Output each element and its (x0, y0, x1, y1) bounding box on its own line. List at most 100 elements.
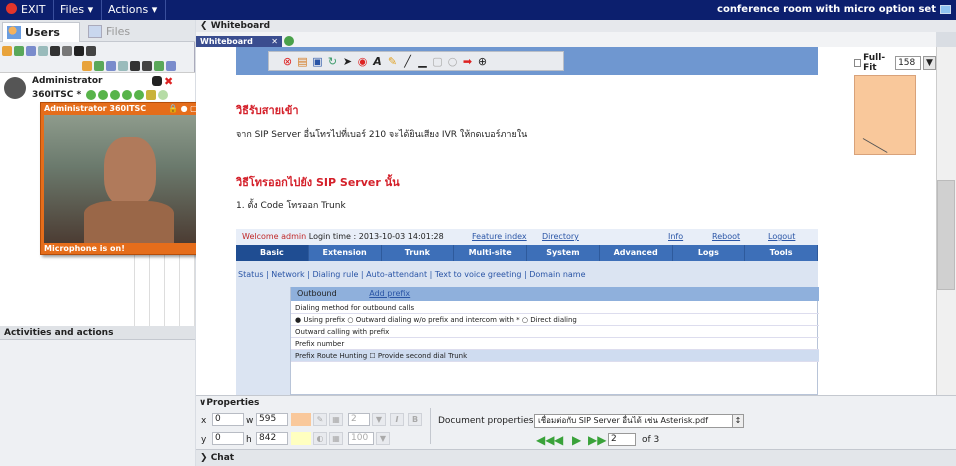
w-input[interactable]: 595 (256, 413, 288, 426)
user-add-icon[interactable] (14, 46, 24, 56)
status-icon[interactable] (110, 90, 120, 100)
brush-icon[interactable] (142, 61, 152, 71)
x-label: x (201, 416, 207, 426)
arrow-icon[interactable]: ➡ (461, 55, 474, 68)
user-group-icon[interactable] (2, 46, 12, 56)
fill-color-swatch[interactable] (291, 432, 311, 445)
delete-icon[interactable]: ⊗ (281, 55, 294, 68)
microphone-icon[interactable] (74, 46, 84, 56)
x-input[interactable]: 0 (212, 413, 244, 426)
bold-icon[interactable]: B (408, 413, 422, 426)
document-select[interactable]: เชื่อมต่อกับ SIP Server อื่นได้ เช่น Ast… (534, 414, 734, 428)
tab-whiteboard[interactable]: Whiteboard ✕ (196, 36, 282, 47)
whiteboard-header[interactable]: ❮ Whiteboard (196, 20, 956, 32)
monitor-icon[interactable] (940, 5, 951, 14)
camera-icon[interactable] (118, 61, 128, 71)
status-icon[interactable] (122, 90, 132, 100)
avatar (4, 77, 26, 99)
zoom-icon[interactable]: ◉ (356, 55, 369, 68)
fullfit-checkbox[interactable] (854, 59, 862, 67)
add-tab-icon[interactable] (284, 36, 294, 46)
close-icon[interactable]: ✕ (271, 36, 278, 47)
line-icon[interactable]: ╱ (401, 55, 414, 68)
user-name: Administrator (32, 76, 103, 86)
status-icon[interactable] (86, 90, 96, 100)
pointer-icon[interactable]: ➤ (341, 55, 354, 68)
next-page-icon[interactable]: ▶ (572, 434, 586, 446)
ellipse-icon[interactable]: ○ (446, 55, 459, 68)
status-icon[interactable] (98, 90, 108, 100)
y-input[interactable]: 0 (212, 432, 244, 445)
document-icon[interactable]: ▤ (296, 55, 309, 68)
draw-toolbar: ⊗ ▤ ▣ ↻ ➤ ◉ A ✎ ╱ ▁ ▢ ○ ➡ ⊕ (268, 51, 564, 71)
paragraph-incoming: จาก SIP Server อื่นโทรไปที่เบอร์ 210 จะไ… (236, 130, 528, 140)
h-label: h (246, 435, 252, 445)
chevron-left-icon: ❮ (200, 21, 208, 31)
rectangle-icon[interactable]: ▢ (431, 55, 444, 68)
chevron-down-icon[interactable]: ▼ (372, 413, 386, 426)
user-add-icon[interactable] (94, 61, 104, 71)
scroll-thumb[interactable] (937, 180, 955, 290)
actions-menu[interactable]: Actions ▾ (102, 0, 166, 20)
chevron-down-icon: ▾ (87, 3, 94, 16)
shot-nav-item: Trunk (382, 245, 455, 261)
clipart-icon[interactable]: ⊕ (476, 55, 489, 68)
line-width-input[interactable]: 2 (348, 413, 370, 426)
text-icon[interactable]: A (371, 55, 384, 68)
whiteboard-canvas[interactable]: ⊗ ▤ ▣ ↻ ➤ ◉ A ✎ ╱ ▁ ▢ ○ ➡ ⊕ Full-Fit 158… (196, 47, 936, 395)
w-label: w (246, 416, 254, 426)
whiteboard-tabbar (196, 32, 936, 47)
video-window[interactable]: Administrator 360ITSC 🔒 ● ▢ − Microphone… (40, 102, 212, 255)
underline-icon[interactable]: ▁ (416, 55, 429, 68)
first-page-icon[interactable]: ◀◀ (536, 434, 554, 446)
brush-icon[interactable] (86, 46, 96, 56)
moderator-icon[interactable] (166, 61, 176, 71)
shot-nav-item: Multi-site (454, 245, 527, 261)
pen-icon[interactable] (50, 46, 60, 56)
status-icon[interactable] (134, 90, 144, 100)
palette-icon[interactable]: ▦ (329, 432, 343, 445)
screen-icon[interactable] (106, 61, 116, 71)
page-count: of 3 (642, 435, 660, 445)
drawn-rectangle[interactable] (854, 75, 916, 155)
properties-title[interactable]: ∨Properties (199, 398, 259, 408)
drawn-line[interactable] (862, 138, 888, 153)
tab-files[interactable]: Files (84, 22, 130, 42)
screen-icon[interactable] (26, 46, 36, 56)
chevron-down-icon[interactable]: ▼ (923, 56, 936, 70)
files-menu[interactable]: Files ▾ (54, 0, 102, 20)
video-title: Administrator 360ITSC (44, 104, 147, 113)
fill-icon[interactable]: ◐ (313, 432, 327, 445)
palette-icon[interactable]: ▦ (329, 413, 343, 426)
prev-page-icon[interactable]: ◀ (554, 434, 568, 446)
status-icon[interactable] (158, 90, 168, 100)
h-input[interactable]: 842 (256, 432, 288, 445)
exit-button[interactable]: EXIT (0, 0, 54, 20)
italic-icon[interactable]: I (390, 413, 404, 426)
page-input[interactable]: 2 (608, 433, 636, 446)
line-color-swatch[interactable] (291, 413, 311, 426)
shot-nav-item: Basic (236, 245, 309, 261)
chevron-down-icon[interactable]: ▼ (376, 432, 390, 445)
opacity-input[interactable]: 100 (348, 432, 374, 445)
chat-header[interactable]: ❯ Chat (196, 449, 956, 466)
highlighter-icon[interactable]: ✎ (386, 55, 399, 68)
last-page-icon[interactable]: ▶▶ (588, 434, 606, 446)
user-group-icon[interactable] (82, 61, 92, 71)
shot-row: Dialing method for outbound calls (291, 302, 819, 314)
user-add-icon[interactable] (154, 61, 164, 71)
refresh-icon[interactable]: ↻ (326, 55, 339, 68)
chevron-down-icon[interactable]: ↕ (732, 414, 744, 428)
dollar-icon[interactable] (146, 90, 156, 100)
camera-icon[interactable] (38, 46, 48, 56)
pen-icon[interactable]: ✎ (313, 413, 327, 426)
save-icon[interactable]: ▣ (311, 55, 324, 68)
microphone-icon[interactable] (152, 76, 162, 86)
shot-row: Prefix Route Hunting ☐ Provide second di… (291, 350, 819, 362)
tab-users[interactable]: Users (2, 22, 80, 42)
close-icon[interactable]: ✖ (164, 76, 175, 87)
zoom-input[interactable]: 158 (895, 56, 922, 70)
moderator-icon[interactable] (62, 46, 72, 56)
pen-icon[interactable] (130, 61, 140, 71)
video-feed (44, 115, 208, 243)
